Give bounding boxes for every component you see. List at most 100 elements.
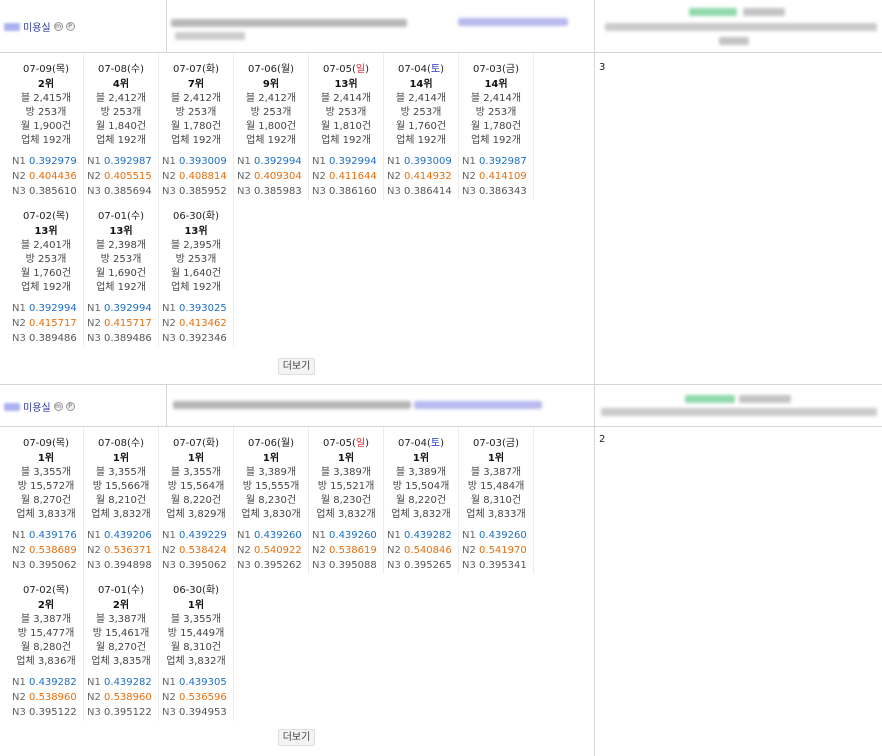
n3-score: N3 0.395262 — [237, 558, 308, 573]
n-scores: N1 0.439305 N2 0.536596 N3 0.394953 — [159, 675, 233, 720]
visit-count: 방 253개 — [25, 107, 67, 118]
keyword-count: 2 — [599, 434, 606, 445]
right-panel-1: 3 — [595, 0, 882, 384]
right-panel-header — [595, 0, 882, 53]
n1-label: N1 — [162, 530, 176, 541]
n3-label: N3 — [462, 186, 476, 197]
redacted-text — [689, 8, 737, 16]
blog-count: 블 3,389개 — [395, 467, 447, 478]
n1-score: N1 0.392979 — [12, 154, 83, 169]
n1-value: 0.439305 — [179, 677, 227, 688]
date-close: ) — [65, 438, 70, 449]
n3-score: N3 0.395341 — [462, 558, 533, 573]
n-scores: N1 0.392979 N2 0.404436 N3 0.385610 — [9, 154, 83, 199]
n3-value: 0.395122 — [29, 707, 77, 718]
redacted-name — [4, 402, 20, 411]
n1-score: N1 0.439282 — [87, 675, 158, 690]
n1-label: N1 — [87, 530, 101, 541]
weekday-text: 목 — [55, 64, 66, 75]
blog-count: 블 3,387개 — [20, 614, 72, 625]
monthly-searches: 월 1,840건 — [95, 121, 147, 132]
redacted-text — [685, 395, 735, 403]
day-date: 07-02(목) — [9, 584, 83, 598]
n2-label: N2 — [12, 171, 26, 182]
monthly-searches: 월 1,780건 — [170, 121, 222, 132]
store-name[interactable]: 미용실 m P — [4, 399, 75, 414]
n3-score: N3 0.385610 — [12, 184, 83, 199]
n3-value: 0.389486 — [29, 333, 77, 344]
weekday-text: 일 — [355, 438, 366, 449]
n3-value: 0.385952 — [179, 186, 227, 197]
n2-value: 0.415717 — [29, 318, 77, 329]
n1-score: N1 0.392987 — [462, 154, 533, 169]
n3-label: N3 — [12, 333, 26, 344]
n1-value: 0.439260 — [329, 530, 377, 541]
date-text: 07-04( — [397, 64, 431, 75]
visit-count: 방 15,566개 — [92, 481, 150, 492]
n3-label: N3 — [162, 186, 176, 197]
day-card: 07-06(월) 9위 블 2,412개 방 253개 월 1,800건 업체 … — [234, 53, 309, 200]
n2-score: N2 0.405515 — [87, 169, 158, 184]
mobile-badge-icon: m — [53, 22, 63, 31]
monthly-searches: 월 1,800건 — [245, 121, 297, 132]
blog-count: 블 2,415개 — [20, 93, 72, 104]
rank-value: 1위 — [187, 453, 205, 464]
n2-value: 0.538960 — [104, 692, 152, 703]
n3-score: N3 0.394953 — [162, 705, 233, 720]
n3-label: N3 — [87, 560, 101, 571]
more-button[interactable]: 더보기 — [278, 358, 315, 375]
date-text: 07-03( — [472, 64, 506, 75]
day-date: 07-03(금) — [459, 437, 533, 451]
day-card: 07-03(금) 14위 블 2,414개 방 253개 월 1,780건 업체… — [459, 53, 534, 200]
store-section-1: 미용실 m P 07-09(목) 2위 블 2,415개 방 253개 월 1,… — [0, 0, 595, 384]
weekday-text: 목 — [55, 211, 66, 222]
business-count: 업체 3,832개 — [91, 509, 151, 520]
n2-label: N2 — [462, 545, 476, 556]
business-count: 업체 192개 — [171, 135, 221, 146]
day-date: 07-08(수) — [84, 437, 158, 451]
day-card: 07-06(월) 1위 블 3,389개 방 15,555개 월 8,230건 … — [234, 427, 309, 574]
blog-count: 블 2,398개 — [95, 240, 147, 251]
date-text: 07-05( — [322, 438, 356, 449]
store-name-cell: 미용실 m P — [0, 0, 167, 52]
business-count: 업체 3,836개 — [16, 656, 76, 667]
store-section-2: 미용실 m P 07-09(목) 1위 블 3,355개 방 15,572개 월… — [0, 385, 595, 756]
n1-value: 0.439229 — [179, 530, 227, 541]
n3-value: 0.395341 — [479, 560, 527, 571]
rank-value: 1위 — [37, 453, 55, 464]
n3-value: 0.395262 — [254, 560, 302, 571]
date-text: 06-30( — [172, 585, 206, 596]
n3-label: N3 — [162, 707, 176, 718]
n2-value: 0.538960 — [29, 692, 77, 703]
more-button[interactable]: 더보기 — [278, 729, 315, 746]
store-name-label[interactable]: 미용실 — [23, 19, 51, 34]
n1-score: N1 0.439206 — [87, 528, 158, 543]
business-count: 업체 192개 — [396, 135, 446, 146]
n2-value: 0.538689 — [29, 545, 77, 556]
n-scores: N1 0.393009 N2 0.408814 N3 0.385952 — [159, 154, 233, 199]
monthly-searches: 월 1,810건 — [320, 121, 372, 132]
store-name-label[interactable]: 미용실 — [23, 399, 51, 414]
date-text: 07-06( — [247, 64, 281, 75]
blog-count: 블 3,387개 — [470, 467, 522, 478]
n-scores: N1 0.393009 N2 0.414932 N3 0.386414 — [384, 154, 458, 199]
n2-score: N2 0.408814 — [162, 169, 233, 184]
business-count: 업체 192개 — [171, 282, 221, 293]
mobile-badge-icon: m — [53, 402, 63, 411]
store-header: 미용실 m P — [0, 0, 595, 53]
place-badge-icon: P — [65, 22, 75, 31]
date-close: ) — [290, 438, 295, 449]
n-scores: N1 0.439260 N2 0.538619 N3 0.395088 — [309, 528, 383, 573]
n2-value: 0.540922 — [254, 545, 302, 556]
n2-score: N2 0.415717 — [12, 316, 83, 331]
monthly-searches: 월 1,760건 — [395, 121, 447, 132]
n-scores: N1 0.439260 N2 0.541970 N3 0.395341 — [459, 528, 533, 573]
n2-value: 0.408814 — [179, 171, 227, 182]
n3-value: 0.385610 — [29, 186, 77, 197]
day-card: 07-01(수) 13위 블 2,398개 방 253개 월 1,690건 업체… — [84, 200, 159, 347]
store-name[interactable]: 미용실 m P — [4, 19, 75, 34]
n2-score: N2 0.540846 — [387, 543, 458, 558]
n-scores: N1 0.439176 N2 0.538689 N3 0.395062 — [9, 528, 83, 573]
n2-score: N2 0.404436 — [12, 169, 83, 184]
weekday-text: 화 — [205, 64, 216, 75]
